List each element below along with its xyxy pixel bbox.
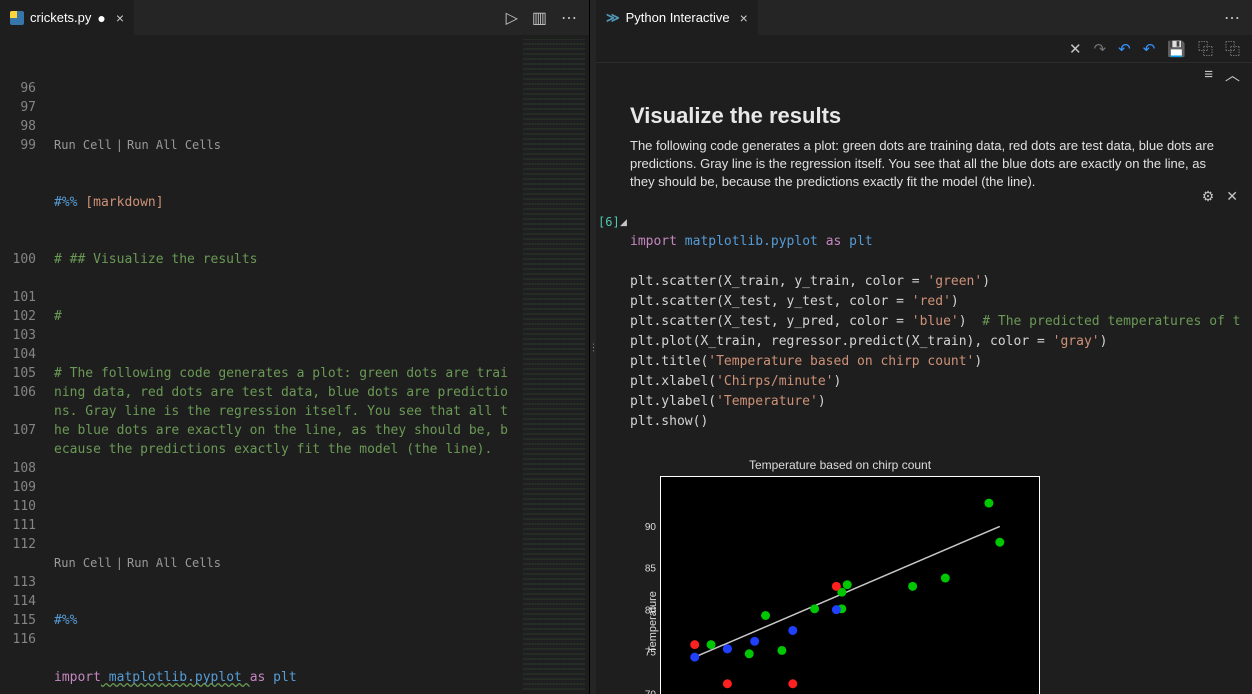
code-area[interactable]: Run Cell|Run All Cells #%% [markdown] # … xyxy=(54,35,519,694)
settings-icon[interactable]: ≡ xyxy=(1204,66,1213,83)
output-heading: Visualize the results xyxy=(596,103,1252,137)
execution-count: [6] xyxy=(598,215,620,229)
cell-settings-icon[interactable]: ⚙ xyxy=(1202,188,1215,205)
interactive-tab-title: Python Interactive xyxy=(626,10,730,25)
copy-icon[interactable]: ⿻ xyxy=(1198,38,1213,59)
interactive-body[interactable]: Visualize the results The following code… xyxy=(596,85,1252,694)
run-cell-icon[interactable]: ▷ xyxy=(506,8,518,28)
line-gutter: 96 97 98 99 100 101 102 103 104 105 106 … xyxy=(0,35,54,694)
more-actions-icon[interactable]: ⋯ xyxy=(1224,8,1240,28)
dirty-indicator-icon: ● xyxy=(97,11,105,25)
redo-icon[interactable]: ↷ xyxy=(1094,40,1107,58)
editor-body[interactable]: 96 97 98 99 100 101 102 103 104 105 106 … xyxy=(0,35,589,694)
close-tab-icon[interactable]: × xyxy=(112,10,124,26)
collapse-icon[interactable]: ︿ xyxy=(1225,64,1240,85)
undo-icon[interactable]: ↶ xyxy=(1118,40,1131,58)
editor-tab-crickets[interactable]: crickets.py ● × xyxy=(0,0,134,35)
plot-canvas xyxy=(660,476,1040,694)
plot-ylabel: Temperature xyxy=(647,591,659,653)
more-actions-icon[interactable]: ⋯ xyxy=(561,8,577,28)
save-icon[interactable]: 💾 xyxy=(1167,40,1186,58)
editor-tabbar: crickets.py ● × ▷ ▥ ⋯ xyxy=(0,0,589,35)
svg-text:85: 85 xyxy=(645,563,657,574)
codelens-run[interactable]: Run Cell|Run All Cells xyxy=(54,136,515,155)
plot-svg xyxy=(661,477,1039,694)
plot-output: Temperature based on chirp count Tempera… xyxy=(630,458,1050,694)
output-text: The following code generates a plot: gre… xyxy=(596,137,1252,212)
editor-tab-actions: ▷ ▥ ⋯ xyxy=(506,8,589,28)
close-tab-icon[interactable]: × xyxy=(736,10,748,26)
undo-all-icon[interactable]: ↶ xyxy=(1143,40,1156,58)
close-icon[interactable]: ✕ xyxy=(1069,40,1082,58)
interactive-toolbar: ✕ ↷ ↶ ↶ 💾 ⿻ ⿻ xyxy=(596,35,1252,63)
cell-code-block: import matplotlib.pyplot as plt plt.scat… xyxy=(630,212,1242,452)
interactive-tabbar: ≫ Python Interactive × ⋯ xyxy=(596,0,1252,35)
minimap[interactable] xyxy=(519,35,589,694)
interactive-tab[interactable]: ≫ Python Interactive × xyxy=(596,0,758,35)
interactive-pane: ≫ Python Interactive × ⋯ ✕ ↷ ↶ ↶ 💾 ⿻ ⿻ ≡… xyxy=(596,0,1252,694)
split-editor-icon[interactable]: ▥ xyxy=(532,8,547,28)
cell-close-icon[interactable]: ✕ xyxy=(1226,188,1238,205)
copy-all-icon[interactable]: ⿻ xyxy=(1225,38,1240,59)
tab-filename: crickets.py xyxy=(30,10,91,25)
codelens-run[interactable]: Run Cell|Run All Cells xyxy=(54,554,515,573)
repl-icon: ≫ xyxy=(606,10,620,26)
svg-text:70: 70 xyxy=(645,689,657,694)
python-icon xyxy=(10,11,24,25)
code-cell: ⚙ ✕ [6] ◢ import matplotlib.pyplot as pl… xyxy=(596,212,1252,452)
collapse-cell-icon[interactable]: ◢ xyxy=(620,217,627,228)
plot-title: Temperature based on chirp count xyxy=(630,458,1050,472)
plot-yticks: 7075808590 xyxy=(630,472,660,694)
svg-text:90: 90 xyxy=(645,521,657,532)
interactive-toolbar-2: ≡ ︿ xyxy=(596,63,1252,85)
editor-pane: crickets.py ● × ▷ ▥ ⋯ 96 97 98 99 100 10… xyxy=(0,0,590,694)
